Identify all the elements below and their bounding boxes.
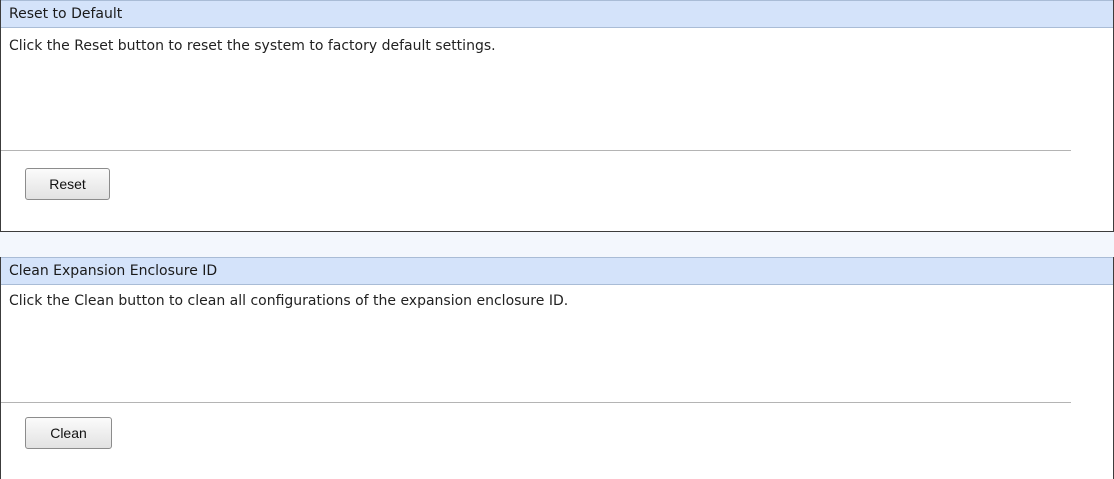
maintenance-page: Reset to Default Click the Reset button …	[0, 0, 1114, 479]
reset-description: Click the Reset button to reset the syst…	[9, 38, 496, 54]
section-spacer	[0, 232, 1114, 257]
reset-button[interactable]: Reset	[25, 168, 110, 200]
clean-description: Click the Clean button to clean all conf…	[9, 293, 569, 309]
clean-button[interactable]: Clean	[25, 417, 112, 449]
clean-expansion-enclosure-id-panel: Clean Expansion Enclosure ID Click the C…	[0, 257, 1114, 479]
reset-panel-title: Reset to Default	[1, 0, 1113, 28]
reset-to-default-panel: Reset to Default Click the Reset button …	[0, 0, 1114, 232]
clean-panel-divider	[1, 402, 1071, 403]
clean-panel-title: Clean Expansion Enclosure ID	[1, 257, 1113, 285]
reset-panel-divider	[1, 150, 1071, 151]
